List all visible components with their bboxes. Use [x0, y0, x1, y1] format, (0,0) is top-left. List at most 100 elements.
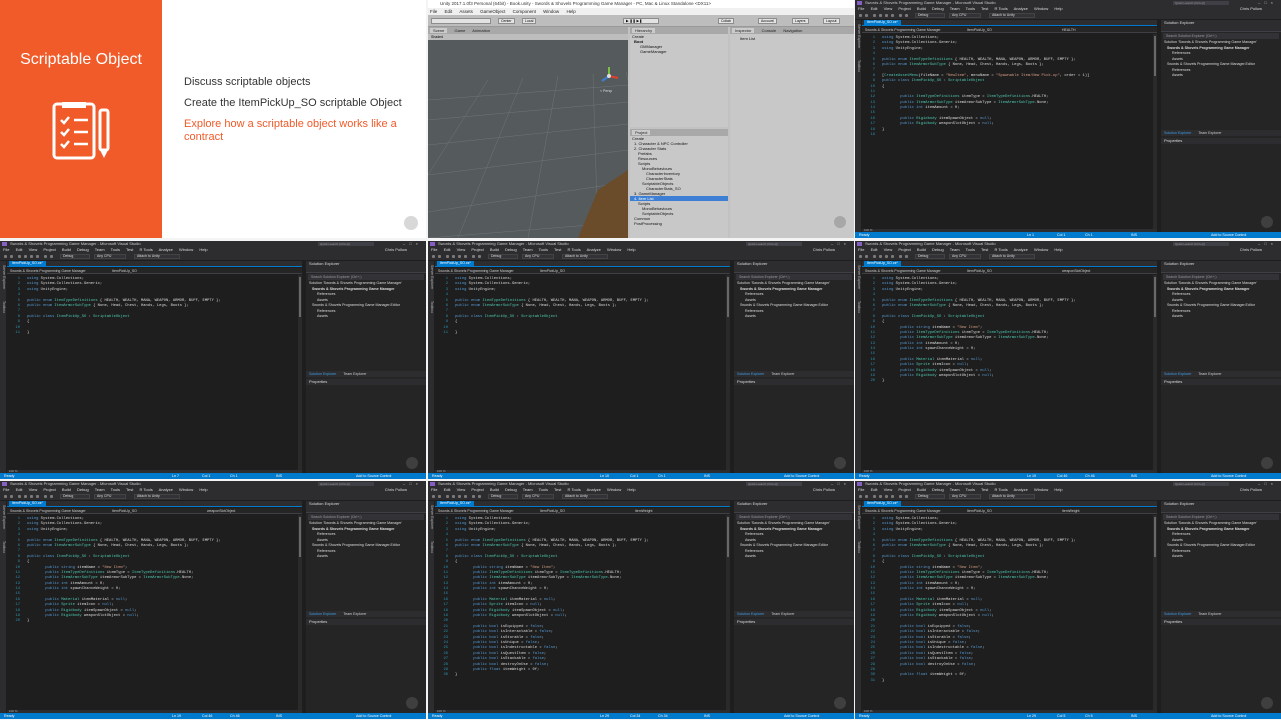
tab-team-explorer[interactable]: Team Explorer	[1198, 372, 1221, 376]
tab-inspector[interactable]: Inspector	[732, 28, 755, 33]
new-file-icon[interactable]	[873, 255, 876, 258]
tab-team-explorer[interactable]: Team Explorer	[771, 372, 794, 376]
save-all-icon[interactable]	[464, 255, 467, 258]
menu-rtools[interactable]: R Tools	[139, 487, 152, 492]
project-title[interactable]: Project	[632, 130, 651, 135]
menu-view[interactable]: View	[884, 487, 893, 492]
menu-help[interactable]: Help	[199, 487, 207, 492]
attach-to-unity-button[interactable]: Attach to Unity	[562, 494, 608, 499]
code-text[interactable]: using System.Collections; using System.Co…	[882, 517, 1154, 684]
save-all-icon[interactable]	[891, 14, 894, 17]
nav-project-dropdown[interactable]: Swords & Shovels Programming Game Manage…	[865, 508, 941, 514]
tree-item-assets[interactable]: Assets	[309, 554, 426, 560]
attach-to-unity-button[interactable]: Attach to Unity	[134, 254, 180, 259]
menu-project[interactable]: Project	[43, 247, 55, 252]
menu-analyze[interactable]: Analyze	[1014, 487, 1028, 492]
solution-search-input[interactable]: Search Solution Explorer (Ctrl+;)	[1163, 514, 1279, 520]
tab-scene[interactable]: Scene	[430, 28, 448, 33]
solution-search-input[interactable]: Search Solution Explorer (Ctrl+;)	[736, 514, 852, 520]
open-icon[interactable]	[879, 255, 882, 258]
editor-scrollbar[interactable]	[298, 515, 302, 710]
platform-dropdown[interactable]: Any CPU	[94, 254, 126, 259]
solution-search-input[interactable]: Search Solution Explorer (Ctrl+;)	[308, 514, 424, 520]
editor-scrollbar[interactable]	[1153, 34, 1157, 229]
back-icon[interactable]	[859, 495, 862, 498]
menu-rtools[interactable]: R Tools	[139, 247, 152, 252]
save-icon[interactable]	[30, 495, 33, 498]
menu-assets[interactable]: Assets	[459, 9, 473, 14]
add-to-source-control[interactable]: Add to Source Control	[784, 713, 819, 719]
open-icon[interactable]	[24, 255, 27, 258]
menu-build[interactable]: Build	[62, 487, 71, 492]
editor-scrollbar[interactable]	[726, 275, 730, 470]
menu-window[interactable]: Window	[1034, 247, 1048, 252]
menu-edit[interactable]: Edit	[871, 487, 878, 492]
editor-scrollbar[interactable]	[726, 515, 730, 710]
menu-rtools[interactable]: R Tools	[567, 247, 580, 252]
hierarchy-title[interactable]: Hierarchy	[632, 28, 656, 33]
server-explorer-tab[interactable]: Server Explorer	[0, 505, 6, 529]
menu-project[interactable]: Project	[471, 247, 483, 252]
nav-member-dropdown[interactable]: weaponSlotObject	[1062, 268, 1090, 274]
add-to-source-control[interactable]: Add to Source Control	[356, 473, 391, 479]
nav-class-dropdown[interactable]: ItemPickUp_SO	[540, 508, 565, 514]
menu-edit[interactable]: Edit	[871, 247, 878, 252]
nav-member-dropdown[interactable]: itemWeight	[635, 508, 652, 514]
tab-itempickup-so[interactable]: ItemPickUp_SO.cs*	[864, 501, 901, 506]
menu-debug[interactable]: Debug	[932, 487, 944, 492]
redo-icon[interactable]	[478, 255, 481, 258]
undo-icon[interactable]	[472, 255, 475, 258]
undo-icon[interactable]	[472, 495, 475, 498]
nav-class-dropdown[interactable]: ItemPickUp_SO	[967, 268, 992, 274]
forward-icon[interactable]	[10, 495, 13, 498]
open-icon[interactable]	[24, 495, 27, 498]
code-line[interactable]: }	[455, 331, 727, 336]
save-all-icon[interactable]	[464, 495, 467, 498]
menu-test[interactable]: Test	[981, 6, 988, 11]
menu-team[interactable]: Team	[95, 487, 105, 492]
code-text[interactable]: using System.Collections; using System.Co…	[882, 36, 1154, 138]
quick-launch-input[interactable]: Quick Launch (Ctrl+Q)	[1173, 242, 1229, 246]
tab-solution-explorer[interactable]: Solution Explorer	[309, 612, 336, 616]
menu-file[interactable]: File	[858, 247, 864, 252]
menu-view[interactable]: View	[29, 487, 38, 492]
tab-team-explorer[interactable]: Team Explorer	[1198, 131, 1221, 135]
menu-edit[interactable]: Edit	[444, 247, 451, 252]
menu-team[interactable]: Team	[523, 247, 533, 252]
tree-item-assets[interactable]: Assets	[737, 314, 854, 320]
attach-to-unity-button[interactable]: Attach to Unity	[989, 494, 1035, 499]
menu-build[interactable]: Build	[490, 247, 499, 252]
save-icon[interactable]	[458, 255, 461, 258]
menu-debug[interactable]: Debug	[505, 247, 517, 252]
forward-icon[interactable]	[438, 495, 441, 498]
menu-analyze[interactable]: Analyze	[587, 247, 601, 252]
nav-project-dropdown[interactable]: Swords & Shovels Programming Game Manage…	[10, 508, 86, 514]
code-editor[interactable]: 1 2 3 4 5 6 7 8 9 10 11 12 13 14 15 16 17 18 19 using Syst…	[862, 34, 1157, 229]
menu-tools[interactable]: Tools	[111, 487, 120, 492]
menu-help[interactable]: Help	[627, 247, 635, 252]
open-icon[interactable]	[452, 495, 455, 498]
nav-project-dropdown[interactable]: Swords & Shovels Programming Game Manage…	[10, 268, 86, 274]
server-explorer-tab[interactable]: Server Explorer	[855, 505, 861, 529]
menu-help[interactable]: Help	[566, 9, 575, 14]
solution-explorer-toolbar[interactable]	[734, 507, 854, 513]
menu-debug[interactable]: Debug	[932, 247, 944, 252]
tab-itempickup-so[interactable]: ItemPickUp_SO.cs*	[9, 501, 46, 506]
platform-dropdown[interactable]: Any CPU	[522, 254, 554, 259]
menu-test[interactable]: Test	[126, 487, 133, 492]
menu-file[interactable]: File	[3, 247, 9, 252]
editor-scrollbar[interactable]	[1153, 275, 1157, 470]
menu-debug[interactable]: Debug	[77, 487, 89, 492]
code-editor[interactable]: 1 2 3 4 5 6 7 8 9 10 11 12 13 14 15 16 17 18 19 20 using Sy…	[7, 515, 302, 710]
tab-solution-explorer[interactable]: Solution Explorer	[309, 372, 336, 376]
code-editor[interactable]: 1 2 3 4 5 6 7 8 9 10 11 using System.Collections; u…	[435, 275, 730, 470]
platform-dropdown[interactable]: Any CPU	[94, 494, 126, 499]
menu-help[interactable]: Help	[1054, 6, 1062, 11]
pivot-local-toggle[interactable]: Local	[522, 18, 537, 24]
toolbox-tab[interactable]: Toolbox	[428, 301, 434, 313]
redo-icon[interactable]	[478, 495, 481, 498]
undo-icon[interactable]	[899, 495, 902, 498]
nav-project-dropdown[interactable]: Swords & Shovels Programming Game Manage…	[438, 268, 514, 274]
menu-team[interactable]: Team	[950, 487, 960, 492]
attach-to-unity-button[interactable]: Attach to Unity	[989, 13, 1035, 18]
